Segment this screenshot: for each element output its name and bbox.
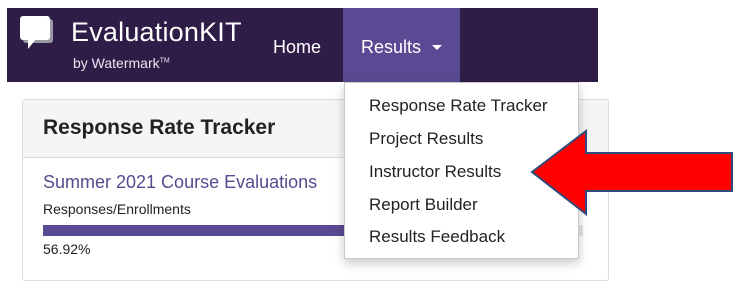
course-evaluation-link[interactable]: Summer 2021 Course Evaluations [43,172,317,193]
nav-home[interactable]: Home [273,37,321,58]
progress-fill [43,225,351,236]
menu-item-response-rate-tracker[interactable]: Response Rate Tracker [369,96,548,116]
speech-bubble-icon [20,16,53,49]
brand-name: EvaluationKIT [71,17,242,47]
menu-item-results-feedback[interactable]: Results Feedback [369,227,505,247]
brand-subtitle: by WatermarkTM [73,55,170,71]
trademark-mark: TM [159,57,170,65]
caret-down-icon [432,45,442,50]
red-arrow-icon [530,129,733,216]
top-navbar: EvaluationKIT by WatermarkTM Home Result… [7,8,598,82]
menu-item-project-results[interactable]: Project Results [369,129,483,149]
nav-results-label: Results [361,37,422,57]
responses-enrollments-label: Responses/Enrollments [43,201,191,217]
panel-title: Response Rate Tracker [43,116,276,139]
brand-sub-text: by Watermark [73,55,160,71]
menu-item-report-builder[interactable]: Report Builder [369,195,478,215]
nav-results[interactable]: Results [343,8,460,82]
progress-percent-text: 56.92% [43,241,91,257]
menu-item-instructor-results[interactable]: Instructor Results [369,162,501,182]
